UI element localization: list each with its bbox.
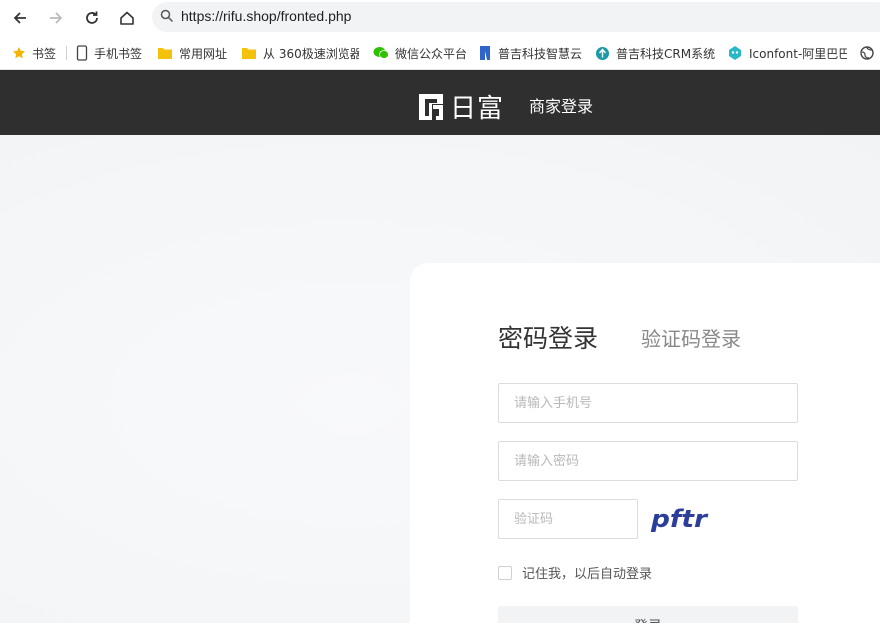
site-header: 日富 商家登录 <box>0 70 880 135</box>
bookmarks-bar: 书签 手机书签 常用网址 从 360极速浏览器 微信公众平台 普吉科技智慧云 普… <box>0 36 880 70</box>
bookmark-label: Iconfont-阿里巴巴 <box>749 46 847 61</box>
rifu-logo-icon <box>419 93 443 120</box>
password-input[interactable] <box>498 441 798 481</box>
bookmark-item[interactable]: 微信公众平台 <box>373 44 467 62</box>
bookmark-item[interactable]: 书签 <box>12 44 56 62</box>
url-text: https://rifu.shop/fronted.php <box>181 8 352 24</box>
iconfont-icon <box>729 46 741 60</box>
bookmark-label: 手机书签 <box>94 46 143 61</box>
bookmark-item[interactable]: 常用网址 <box>157 44 227 62</box>
bookmark-divider <box>66 46 67 60</box>
arrow-left-icon <box>13 12 26 24</box>
login-card: 密码登录 验证码登录 pftr 记住我，以后自动登录 登录 <box>410 263 880 623</box>
bookmark-item[interactable]: 手机书签 <box>76 44 142 62</box>
globe-icon <box>860 46 874 60</box>
reload-icon <box>86 11 98 24</box>
bookmark-item[interactable]: 普吉科技CRM系统 <box>595 44 715 62</box>
crm-icon <box>596 46 609 60</box>
tab-code-login[interactable]: 验证码登录 <box>641 323 741 352</box>
bookmark-label: 书签 <box>32 46 57 61</box>
bookmark-item[interactable]: 从 360极速浏览器 <box>241 44 359 62</box>
phone-icon <box>76 45 88 61</box>
home-button[interactable] <box>114 5 140 31</box>
bookmark-label: 常用网址 <box>179 46 228 61</box>
search-icon <box>160 9 174 23</box>
bookmark-item[interactable]: Iconfont-阿里巴巴 <box>727 44 847 62</box>
forward-button[interactable] <box>43 5 69 31</box>
page-title: 商家登录 <box>529 97 594 116</box>
wechat-icon <box>373 47 389 59</box>
puji-logo-icon <box>480 46 490 60</box>
remember-me[interactable]: 记住我，以后自动登录 <box>498 563 652 582</box>
bookmark-item[interactable] <box>860 44 880 62</box>
address-bar[interactable]: https://rifu.shop/fronted.php <box>152 2 880 32</box>
remember-checkbox[interactable] <box>498 565 512 580</box>
login-button[interactable]: 登录 <box>498 606 798 623</box>
site-logo[interactable]: 日富 <box>416 88 504 125</box>
arrow-right-icon <box>50 12 63 24</box>
folder-icon <box>158 48 172 59</box>
browser-toolbar: https://rifu.shop/fronted.php <box>0 0 880 36</box>
captcha-input[interactable] <box>498 499 638 539</box>
home-icon <box>120 11 134 25</box>
folder-icon <box>242 48 256 59</box>
bookmark-label: 普吉科技智慧云 <box>498 46 583 61</box>
back-button[interactable] <box>7 5 33 31</box>
logo-text: 日富 <box>450 94 505 124</box>
phone-input[interactable] <box>498 383 798 423</box>
bookmark-label: 从 360极速浏览器 <box>263 46 359 61</box>
bookmark-label: 普吉科技CRM系统 <box>616 46 715 61</box>
captcha-image[interactable]: pftr <box>650 503 710 535</box>
star-icon <box>13 47 25 59</box>
tab-password-login[interactable]: 密码登录 <box>498 319 598 355</box>
bookmark-label: 微信公众平台 <box>395 46 468 61</box>
remember-label: 记住我，以后自动登录 <box>522 567 653 582</box>
captcha-text: pftr <box>650 505 709 533</box>
reload-button[interactable] <box>79 5 105 31</box>
bookmark-item[interactable]: 普吉科技智慧云 <box>478 44 582 62</box>
